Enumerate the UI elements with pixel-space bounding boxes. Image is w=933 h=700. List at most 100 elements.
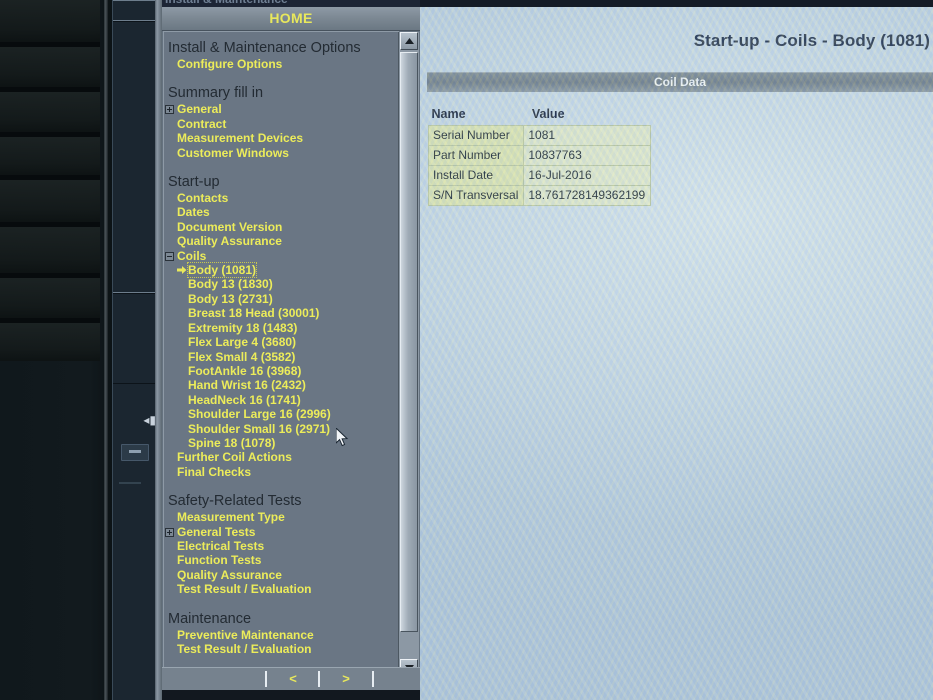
tree-item-label: Quality Assurance bbox=[177, 234, 282, 249]
tree-item-coils[interactable]: Coils bbox=[164, 249, 399, 263]
tree-item-label: FootAnkle 16 (3968) bbox=[188, 363, 302, 378]
table-row: Part Number 10837763 bbox=[427, 145, 652, 166]
tree-bottom-navbar: < > bbox=[162, 667, 420, 690]
cell-value[interactable]: 10837763 bbox=[523, 145, 652, 166]
tree-item-further-coil-actions[interactable]: Further Coil Actions bbox=[164, 450, 399, 464]
monitor-bezel-inner bbox=[104, 0, 108, 700]
tree-item-label: Test Result / Evaluation bbox=[177, 582, 312, 597]
panel-bottom-edge bbox=[162, 690, 420, 700]
tree-item-label: Body 13 (1830) bbox=[188, 277, 273, 292]
tree-group-title: Safety-Related Tests bbox=[168, 493, 302, 510]
coil-data-label: Coil Data bbox=[653, 75, 706, 89]
plus-box-icon[interactable] bbox=[165, 105, 174, 115]
table-row: S/N Transversal 18.761728149362199 bbox=[427, 185, 652, 206]
tree-item-body-1081[interactable]: Body (1081) bbox=[164, 262, 399, 279]
home-button[interactable]: HOME bbox=[162, 7, 420, 31]
window-titlebar: Install & Maintenance bbox=[162, 0, 420, 7]
tree-item-label: Function Tests bbox=[177, 553, 262, 568]
table-row: Install Date 16-Jul-2016 bbox=[427, 165, 652, 186]
tree-item-label: Hand Wrist 16 (2432) bbox=[188, 378, 306, 393]
table-row: Serial Number 1081 bbox=[427, 125, 652, 146]
tree-item-label: General Tests bbox=[177, 524, 256, 539]
tree-scrollbar[interactable] bbox=[398, 32, 419, 677]
tree-item-label: Further Coil Actions bbox=[177, 450, 292, 465]
tree-item-label: Coils bbox=[177, 248, 207, 263]
plus-box-icon[interactable] bbox=[165, 527, 174, 537]
monitor-bezel-edge bbox=[155, 0, 162, 700]
tree-item-label: Configure Options bbox=[177, 57, 283, 71]
tree-item-shoulder-small-16-2971[interactable]: Shoulder Small 16 (2971) bbox=[164, 422, 399, 436]
tree-item-function-tests[interactable]: Function Tests bbox=[164, 553, 399, 567]
tree-item-label: Breast 18 Head (30001) bbox=[188, 306, 320, 321]
tree-item-contacts[interactable]: Contacts bbox=[164, 191, 399, 205]
scroll-up-button[interactable] bbox=[400, 32, 418, 50]
tree-item-body-13-2731[interactable]: Body 13 (2731) bbox=[164, 292, 399, 306]
tree-item-label: Measurement Type bbox=[177, 510, 285, 525]
navigation-panel: HOME Install & Maintenance Options Config… bbox=[162, 7, 420, 700]
tree-item-body-13-1830[interactable]: Body 13 (1830) bbox=[164, 277, 399, 291]
tree-item-footankle-16-3968[interactable]: FootAnkle 16 (3968) bbox=[164, 364, 399, 378]
tree-item-quality-assurance[interactable]: Quality Assurance bbox=[164, 234, 399, 248]
tree-item-preventive-maintenance[interactable]: Preventive Maintenance bbox=[164, 628, 399, 642]
tree-item-label: Dates bbox=[177, 205, 210, 220]
cell-value[interactable]: 18.761728149362199 bbox=[523, 185, 652, 206]
tree-item-measurement-devices[interactable]: Measurement Devices bbox=[164, 131, 399, 145]
cell-name: S/N Transversal bbox=[427, 185, 525, 206]
scrollbar-thumb[interactable] bbox=[400, 52, 418, 632]
tree-item-headneck-16-1741[interactable]: HeadNeck 16 (1741) bbox=[164, 393, 399, 407]
side-panel-strip: ◂▮ bbox=[112, 0, 158, 700]
tree-item-label: Contract bbox=[177, 116, 227, 131]
tree-item-document-version[interactable]: Document Version bbox=[164, 220, 399, 234]
tree-item-label: Test Result / Evaluation bbox=[177, 642, 312, 656]
tree-item-quality-assurance[interactable]: Quality Assurance bbox=[164, 568, 399, 582]
tree-item-contract[interactable]: Contract bbox=[164, 117, 399, 131]
minus-box-icon[interactable] bbox=[165, 251, 174, 261]
tree-item-label: Shoulder Small 16 (2971) bbox=[188, 421, 331, 436]
page-title: Start-up - Coils - Body (1081) bbox=[693, 31, 930, 50]
cell-name: Part Number bbox=[427, 145, 525, 166]
tree-item-label: Contacts bbox=[177, 191, 229, 206]
next-page-button[interactable]: > bbox=[323, 669, 369, 689]
tree-item-label: Customer Windows bbox=[177, 145, 289, 160]
tree-item-label: Body 13 (2731) bbox=[188, 291, 273, 306]
tree-item-extremity-18-1483[interactable]: Extremity 18 (1483) bbox=[164, 321, 399, 335]
tree-item-shoulder-large-16-2996[interactable]: Shoulder Large 16 (2996) bbox=[164, 407, 399, 421]
tree-item-test-result-evaluation[interactable]: Test Result / Evaluation bbox=[164, 582, 399, 596]
tree-group-title: Start-up bbox=[168, 174, 220, 191]
side-small-button[interactable] bbox=[121, 444, 149, 461]
column-header-value: Value bbox=[531, 107, 565, 121]
cell-name: Install Date bbox=[427, 165, 525, 186]
tree-item-general[interactable]: General bbox=[164, 102, 399, 116]
cell-value[interactable]: 16-Jul-2016 bbox=[523, 165, 652, 186]
tree-item-label: General bbox=[177, 102, 222, 117]
coil-data-table: Name Value Serial Number 1081 Part Number 1… bbox=[427, 107, 652, 206]
screenshot-root: ◂▮ Install & Maintenance HOME Install & … bbox=[0, 0, 933, 700]
tree-item-flex-large-4-3680[interactable]: Flex Large 4 (3680) bbox=[164, 335, 399, 349]
tree-group-title: Maintenance bbox=[168, 610, 252, 627]
tree-item-label: Spine 18 (1078) bbox=[188, 435, 276, 450]
navigation-tree[interactable]: Install & Maintenance Options Configure O… bbox=[163, 31, 399, 677]
tree-item-label: Preventive Maintenance bbox=[177, 627, 314, 642]
tree-item-electrical-tests[interactable]: Electrical Tests bbox=[164, 539, 399, 553]
tree-item-label: Flex Large 4 (3680) bbox=[188, 335, 297, 350]
tree-item-customer-windows[interactable]: Customer Windows bbox=[164, 146, 399, 160]
tree-item-dates[interactable]: Dates bbox=[164, 205, 399, 219]
tree-item-general-tests[interactable]: General Tests bbox=[164, 525, 399, 539]
tree-item-hand-wrist-16-2432[interactable]: Hand Wrist 16 (2432) bbox=[164, 378, 399, 392]
tree-item-label: Final Checks bbox=[177, 464, 252, 479]
tree-item-spine-18-1078[interactable]: Spine 18 (1078) bbox=[164, 436, 399, 450]
tree-item-flex-small-4-3582[interactable]: Flex Small 4 (3582) bbox=[164, 350, 399, 364]
tree-item-measurement-type[interactable]: Measurement Type bbox=[164, 510, 399, 524]
tree-item-final-checks[interactable]: Final Checks bbox=[164, 465, 399, 479]
tree-item-label: HeadNeck 16 (1741) bbox=[188, 392, 301, 407]
tree-item-test-result-evaluation[interactable]: Test Result / Evaluation bbox=[164, 642, 399, 656]
column-header-name: Name bbox=[431, 107, 466, 121]
tree-item-configure-options[interactable]: Configure Options bbox=[164, 57, 399, 71]
cell-value[interactable]: 1081 bbox=[523, 125, 652, 146]
home-label: HOME bbox=[269, 10, 313, 26]
selection-arrow-icon bbox=[177, 266, 187, 275]
prev-page-button[interactable]: < bbox=[270, 669, 316, 689]
tree-item-label: Shoulder Large 16 (2996) bbox=[188, 407, 331, 422]
tree-item-breast-18-head-30001[interactable]: Breast 18 Head (30001) bbox=[164, 306, 399, 320]
tree-item-label: Electrical Tests bbox=[177, 538, 265, 553]
